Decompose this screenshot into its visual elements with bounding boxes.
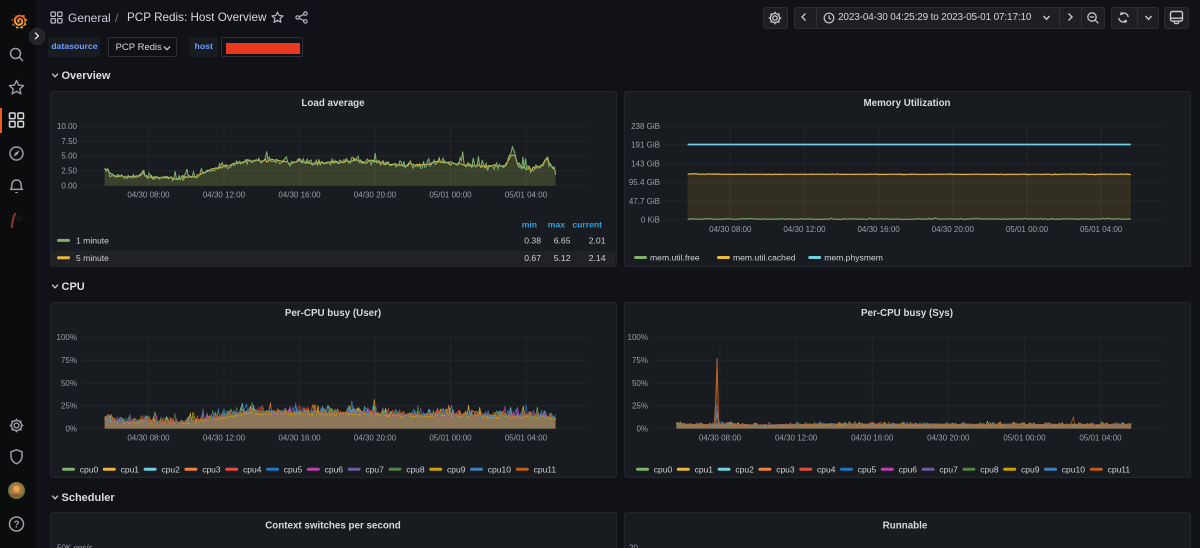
svg-text:Context switches per second: Context switches per second xyxy=(265,521,401,532)
svg-text:cpu5: cpu5 xyxy=(284,464,303,474)
svg-text:cpu0: cpu0 xyxy=(80,464,99,474)
svg-text:5 minute: 5 minute xyxy=(76,253,109,263)
svg-text:50%: 50% xyxy=(632,379,648,388)
svg-text:25%: 25% xyxy=(632,402,648,411)
svg-text:cpu2: cpu2 xyxy=(735,464,754,474)
svg-text:cpu3: cpu3 xyxy=(202,464,221,474)
svg-text:05/01 04:00: 05/01 04:00 xyxy=(505,191,548,200)
svg-text:05/01 00:00: 05/01 00:00 xyxy=(1006,225,1049,234)
svg-text:2.01: 2.01 xyxy=(589,235,606,245)
svg-text:0.00: 0.00 xyxy=(61,181,77,190)
svg-text:cpu2: cpu2 xyxy=(161,464,180,474)
svg-text:min: min xyxy=(522,219,537,229)
svg-text:04/30 12:00: 04/30 12:00 xyxy=(775,434,818,443)
svg-text:0 KiB: 0 KiB xyxy=(641,216,660,225)
svg-text:100%: 100% xyxy=(628,333,648,342)
svg-text:238 GiB: 238 GiB xyxy=(631,122,660,131)
svg-text:04/30 16:00: 04/30 16:00 xyxy=(857,225,900,234)
svg-text:cpu3: cpu3 xyxy=(776,464,795,474)
svg-text:100%: 100% xyxy=(57,333,77,342)
svg-text:Per-CPU busy (Sys): Per-CPU busy (Sys) xyxy=(861,308,953,319)
svg-text:75%: 75% xyxy=(632,356,648,365)
svg-text:04/30 20:00: 04/30 20:00 xyxy=(932,225,975,234)
svg-text:0.67: 0.67 xyxy=(524,253,541,263)
svg-text:cpu4: cpu4 xyxy=(243,464,262,474)
svg-text:47.7 GiB: 47.7 GiB xyxy=(629,197,660,206)
svg-text:cpu6: cpu6 xyxy=(325,464,344,474)
svg-text:cpu9: cpu9 xyxy=(1021,464,1040,474)
svg-text:cpu1: cpu1 xyxy=(121,464,140,474)
svg-text:current: current xyxy=(572,219,602,229)
svg-text:143 GiB: 143 GiB xyxy=(631,159,660,168)
svg-text:cpu6: cpu6 xyxy=(899,464,918,474)
svg-text:0.38: 0.38 xyxy=(524,235,541,245)
svg-text:cpu1: cpu1 xyxy=(695,464,714,474)
svg-text:5.12: 5.12 xyxy=(554,253,571,263)
svg-text:cpu11: cpu11 xyxy=(534,464,557,474)
svg-text:cpu11: cpu11 xyxy=(1108,464,1131,474)
svg-text:7.50: 7.50 xyxy=(61,137,77,146)
svg-text:04/30 20:00: 04/30 20:00 xyxy=(927,434,970,443)
svg-text:Overview: Overview xyxy=(62,70,111,82)
svg-text:0%: 0% xyxy=(636,424,648,433)
svg-text:cpu10: cpu10 xyxy=(488,464,511,474)
svg-text:75%: 75% xyxy=(61,356,77,365)
svg-text:50%: 50% xyxy=(61,379,77,388)
svg-text:05/01 00:00: 05/01 00:00 xyxy=(1003,434,1046,443)
svg-text:04/30 20:00: 04/30 20:00 xyxy=(354,434,397,443)
svg-text:cpu4: cpu4 xyxy=(817,464,836,474)
svg-text:5.00: 5.00 xyxy=(61,152,77,161)
svg-text:04/30 08:00: 04/30 08:00 xyxy=(709,225,752,234)
svg-text:cpu9: cpu9 xyxy=(447,464,466,474)
svg-text:0%: 0% xyxy=(65,424,77,433)
svg-text:mem.util.free: mem.util.free xyxy=(650,253,700,263)
svg-text:04/30 16:00: 04/30 16:00 xyxy=(278,191,321,200)
svg-text:mem.util.cached: mem.util.cached xyxy=(733,253,796,263)
svg-text:04/30 20:00: 04/30 20:00 xyxy=(354,191,397,200)
svg-text:05/01 04:00: 05/01 04:00 xyxy=(1080,225,1123,234)
svg-text:Memory Utilization: Memory Utilization xyxy=(863,98,950,109)
svg-text:cpu10: cpu10 xyxy=(1062,464,1085,474)
svg-text:04/30 16:00: 04/30 16:00 xyxy=(278,434,321,443)
svg-text:04/30 12:00: 04/30 12:00 xyxy=(203,434,246,443)
svg-text:6.65: 6.65 xyxy=(554,235,571,245)
svg-text:04/30 08:00: 04/30 08:00 xyxy=(699,434,742,443)
svg-text:10.00: 10.00 xyxy=(57,122,78,131)
svg-text:?: ? xyxy=(13,520,19,531)
svg-text:cpu7: cpu7 xyxy=(939,464,958,474)
svg-text:2.14: 2.14 xyxy=(589,253,606,263)
svg-text:max: max xyxy=(548,219,565,229)
svg-text:cpu0: cpu0 xyxy=(654,464,673,474)
svg-text:191 GiB: 191 GiB xyxy=(631,141,660,150)
svg-text:04/30 12:00: 04/30 12:00 xyxy=(203,191,246,200)
svg-text:05/01 04:00: 05/01 04:00 xyxy=(505,434,548,443)
svg-text:Runnable: Runnable xyxy=(883,521,928,532)
svg-text:05/01 00:00: 05/01 00:00 xyxy=(429,434,472,443)
svg-text:cpu5: cpu5 xyxy=(858,464,877,474)
svg-text:95.4 GiB: 95.4 GiB xyxy=(629,178,660,187)
svg-text:cpu7: cpu7 xyxy=(365,464,384,474)
svg-text:mem.physmem: mem.physmem xyxy=(824,253,883,263)
svg-text:CPU: CPU xyxy=(62,281,85,293)
svg-text:Per-CPU busy (User): Per-CPU busy (User) xyxy=(285,308,381,319)
svg-text:cpu8: cpu8 xyxy=(980,464,999,474)
svg-text:05/01 00:00: 05/01 00:00 xyxy=(429,191,472,200)
svg-text:04/30 08:00: 04/30 08:00 xyxy=(127,191,170,200)
svg-text:05/01 04:00: 05/01 04:00 xyxy=(1079,434,1122,443)
svg-text:50K ops/s: 50K ops/s xyxy=(57,544,93,548)
svg-text:Scheduler: Scheduler xyxy=(62,492,116,504)
svg-text:1 minute: 1 minute xyxy=(76,235,109,245)
svg-text:cpu8: cpu8 xyxy=(406,464,425,474)
svg-text:Load average: Load average xyxy=(301,98,365,109)
svg-text:20: 20 xyxy=(629,544,638,548)
svg-text:04/30 16:00: 04/30 16:00 xyxy=(851,434,894,443)
svg-text:04/30 12:00: 04/30 12:00 xyxy=(783,225,826,234)
svg-text:25%: 25% xyxy=(61,402,77,411)
svg-text:04/30 08:00: 04/30 08:00 xyxy=(127,434,170,443)
svg-text:2.50: 2.50 xyxy=(61,167,77,176)
